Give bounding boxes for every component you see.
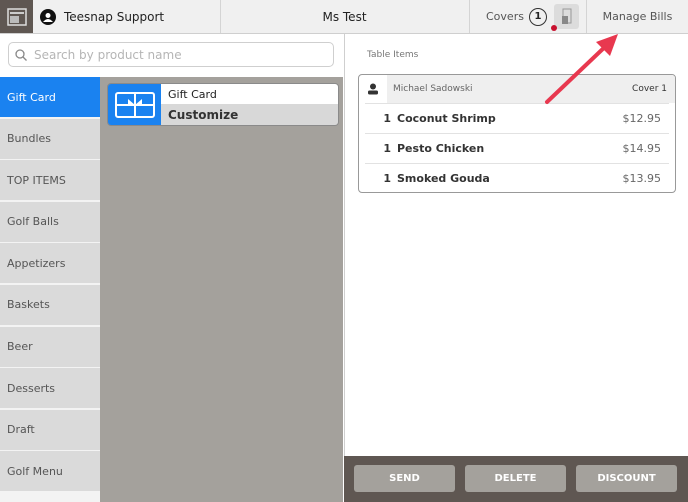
user-avatar-icon [40, 8, 56, 25]
category-list: Gift Card Bundles TOP ITEMS Golf Balls A… [0, 77, 100, 502]
send-button[interactable]: SEND [354, 465, 455, 492]
covers-label: Covers [486, 10, 524, 23]
table-items-label: Table Items [367, 50, 419, 60]
user-name: Teesnap Support [64, 9, 165, 24]
split-check-button[interactable] [554, 4, 579, 29]
table-items-panel: Table Items Michael Sadowski Cover 1 1 C… [344, 34, 688, 456]
search-input[interactable] [32, 46, 326, 63]
gift-card-icon [114, 91, 155, 118]
notification-dot [551, 25, 557, 31]
top-bar: Teesnap Support Ms Test Covers 1 Manage … [0, 0, 688, 34]
order-item[interactable]: 1 Smoked Gouda $13.95 [365, 163, 669, 192]
guest-name: Michael Sadowski [393, 84, 473, 94]
search-box[interactable] [8, 42, 334, 67]
category-baskets[interactable]: Baskets [0, 284, 100, 325]
cover-card: Michael Sadowski Cover 1 1 Coconut Shrim… [358, 74, 676, 193]
divider [469, 0, 470, 33]
item-name: Pesto Chicken [397, 142, 485, 155]
item-price: $14.95 [622, 142, 662, 155]
cover-label: Cover 1 [632, 84, 667, 94]
category-gift-card[interactable]: Gift Card [0, 77, 100, 117]
category-bundles[interactable]: Bundles [0, 118, 100, 159]
register-icon [6, 7, 27, 26]
register-menu-button[interactable] [0, 0, 33, 33]
category-desserts[interactable]: Desserts [0, 368, 100, 409]
item-qty: 1 [383, 112, 391, 125]
cover-header[interactable]: Michael Sadowski Cover 1 [359, 75, 675, 103]
item-price: $12.95 [622, 112, 662, 125]
covers-count: 1 [528, 7, 547, 26]
user-account[interactable]: Teesnap Support [40, 0, 164, 33]
category-top-items[interactable]: TOP ITEMS [0, 160, 100, 201]
product-grid: Gift Card Customize [100, 77, 343, 502]
manage-bills-button[interactable]: Manage Bills [587, 0, 688, 33]
action-bar: SEND DELETE DISCOUNT [344, 456, 688, 502]
category-golf-menu[interactable]: Golf Menu [0, 451, 100, 492]
table-title: Ms Test [322, 9, 367, 24]
order-item[interactable]: 1 Pesto Chicken $14.95 [365, 133, 669, 163]
delete-button[interactable]: DELETE [465, 465, 566, 492]
split-icon [562, 8, 572, 24]
item-name: Coconut Shrimp [397, 112, 496, 125]
person-icon [368, 83, 378, 95]
discount-button[interactable]: DISCOUNT [576, 465, 677, 492]
product-name: Gift Card [161, 84, 338, 104]
item-price: $13.95 [622, 172, 662, 185]
order-item[interactable]: 1 Coconut Shrimp $12.95 [365, 103, 669, 133]
item-name: Smoked Gouda [397, 172, 490, 185]
item-qty: 1 [383, 172, 391, 185]
category-appetizers[interactable]: Appetizers [0, 243, 100, 284]
search-area [0, 34, 343, 76]
category-beer[interactable]: Beer [0, 326, 100, 367]
item-qty: 1 [383, 142, 391, 155]
customize-button[interactable]: Customize [161, 104, 338, 125]
category-draft[interactable]: Draft [0, 409, 100, 450]
search-icon [15, 48, 27, 61]
covers-button[interactable]: Covers 1 [486, 0, 547, 33]
product-gift-card[interactable]: Gift Card Customize [107, 83, 339, 126]
category-golf-balls[interactable]: Golf Balls [0, 201, 100, 242]
gift-card-image [108, 84, 161, 125]
